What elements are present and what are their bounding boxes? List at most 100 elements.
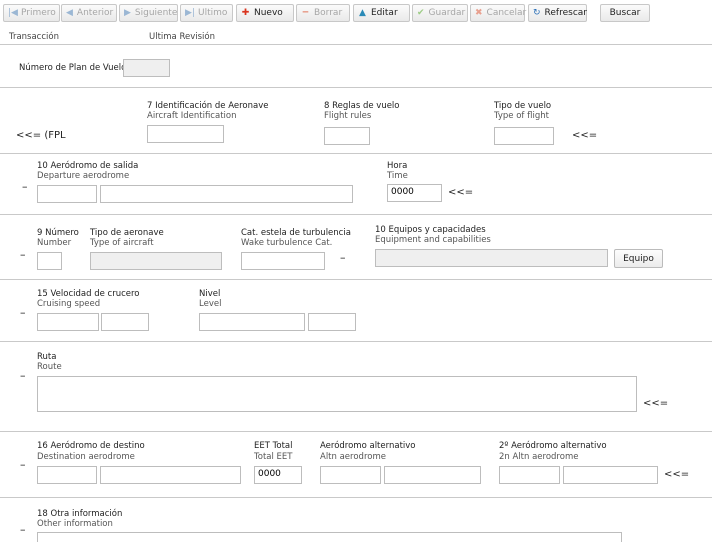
time-label: Hora	[387, 161, 408, 171]
cancel-button[interactable]: ✖ Cancelar	[470, 4, 527, 22]
equipment-label: 10 Equipos y capacidades	[375, 225, 486, 235]
flight-type-input[interactable]	[494, 127, 554, 145]
number-sublabel: Number	[37, 238, 72, 248]
row4-dash: –	[20, 306, 26, 319]
divider	[0, 87, 712, 88]
last-revision-label: Ultima Revisión	[149, 32, 215, 42]
row3-dash-2: –	[340, 251, 346, 264]
plan-number-input[interactable]	[123, 59, 170, 77]
aircraft-type-sublabel: Type of aircraft	[90, 238, 154, 248]
edit-button[interactable]: ▲ Editar	[353, 4, 410, 22]
flight-type-sublabel: Type of flight	[494, 111, 549, 121]
aircraft-type-input[interactable]	[90, 252, 222, 270]
divider	[0, 153, 712, 154]
new-button[interactable]: ✚ Nuevo	[236, 4, 294, 22]
search-button[interactable]: Buscar	[600, 4, 650, 22]
row5-dash: –	[20, 369, 26, 382]
row7-dash: –	[20, 523, 26, 536]
alternate-label: Aeródromo alternativo	[320, 441, 416, 451]
divider	[0, 497, 712, 498]
previous-icon: ◀	[66, 8, 73, 18]
flight-rules-input[interactable]	[324, 127, 370, 145]
minus-icon: ━	[302, 8, 309, 18]
wake-input[interactable]	[241, 252, 325, 270]
equipment-input[interactable]	[375, 249, 608, 267]
last-label: Ultimo	[198, 8, 228, 18]
eet-input[interactable]: 0000	[254, 466, 302, 484]
cancel-label: Cancelar	[486, 8, 527, 18]
alternate-name-input[interactable]	[384, 466, 481, 484]
time-input[interactable]: 0000	[387, 184, 442, 202]
aircraft-id-sublabel: Aircraft Identification	[147, 111, 237, 121]
alternate2-sublabel: 2n Altn aerodrome	[499, 452, 579, 462]
row1-suffix: <<=	[572, 130, 598, 141]
route-textarea[interactable]	[37, 376, 637, 412]
route-sublabel: Route	[37, 362, 62, 372]
first-label: Primero	[21, 8, 56, 18]
divider	[0, 431, 712, 432]
last-icon: ▶|	[185, 8, 195, 18]
level-label: Nivel	[199, 289, 221, 299]
speed-sublabel: Cruising speed	[37, 299, 101, 309]
delete-label: Borrar	[314, 8, 343, 18]
destination-label: 16 Aeródromo de destino	[37, 441, 145, 451]
previous-button[interactable]: ◀ Anterior	[61, 4, 117, 22]
speed-value-input[interactable]	[101, 313, 149, 331]
level-sublabel: Level	[199, 299, 222, 309]
fpl-prefix: <<= (FPL	[16, 130, 66, 141]
first-icon: |◀	[8, 8, 18, 18]
refresh-button[interactable]: ↻ Refrescar	[528, 4, 587, 22]
row2-dash: –	[22, 180, 28, 193]
refresh-label: Refrescar	[544, 8, 587, 18]
divider	[0, 341, 712, 342]
edit-icon: ▲	[359, 8, 366, 18]
new-label: Nuevo	[254, 8, 283, 18]
aircraft-type-label: Tipo de aeronave	[90, 228, 164, 238]
departure-label: 10 Aeródromo de salida	[37, 161, 139, 171]
equipment-button[interactable]: Equipo	[614, 249, 663, 268]
row3-dash: –	[20, 248, 26, 261]
level-value-input[interactable]	[308, 313, 356, 331]
previous-label: Anterior	[76, 8, 114, 18]
number-label: 9 Número	[37, 228, 79, 238]
aircraft-id-input[interactable]	[147, 125, 224, 143]
transaction-label: Transacción	[9, 32, 59, 42]
level-unit-input[interactable]	[199, 313, 305, 331]
divider	[0, 44, 712, 45]
row2-suffix: <<=	[448, 187, 474, 198]
save-button[interactable]: ✔ Guardar	[412, 4, 468, 22]
eet-sublabel: Total EET	[254, 452, 293, 462]
eet-label: EET Total	[254, 441, 293, 451]
refresh-icon: ↻	[533, 8, 541, 18]
wake-sublabel: Wake turbulence Cat.	[241, 238, 333, 248]
other-info-label: 18 Otra información	[37, 509, 123, 519]
divider	[0, 214, 712, 215]
row5-suffix: <<=	[643, 398, 669, 409]
first-button[interactable]: |◀ Primero	[3, 4, 60, 22]
next-button[interactable]: ▶ Siguiente	[119, 4, 178, 22]
number-input[interactable]	[37, 252, 62, 270]
row6-suffix: <<=	[664, 469, 690, 480]
speed-label: 15 Velocidad de crucero	[37, 289, 140, 299]
route-label: Ruta	[37, 352, 57, 362]
departure-code-input[interactable]	[37, 185, 97, 203]
divider	[0, 279, 712, 280]
departure-name-input[interactable]	[100, 185, 353, 203]
alternate2-code-input[interactable]	[499, 466, 560, 484]
alternate2-name-input[interactable]	[563, 466, 658, 484]
close-icon: ✖	[475, 8, 483, 18]
aircraft-id-label: 7 Identificación de Aeronave	[147, 101, 269, 111]
delete-button[interactable]: ━ Borrar	[296, 4, 350, 22]
edit-label: Editar	[371, 8, 398, 18]
save-label: Guardar	[428, 8, 466, 18]
plus-icon: ✚	[241, 8, 250, 18]
row6-dash: –	[20, 458, 26, 471]
equipment-sublabel: Equipment and capabilities	[375, 235, 491, 245]
speed-unit-input[interactable]	[37, 313, 99, 331]
flight-type-label: Tipo de vuelo	[494, 101, 552, 111]
last-button[interactable]: ▶| Ultimo	[180, 4, 233, 22]
destination-name-input[interactable]	[100, 466, 241, 484]
alternate-code-input[interactable]	[320, 466, 381, 484]
plan-number-label: Número de Plan de Vuelo	[19, 63, 127, 73]
destination-code-input[interactable]	[37, 466, 97, 484]
